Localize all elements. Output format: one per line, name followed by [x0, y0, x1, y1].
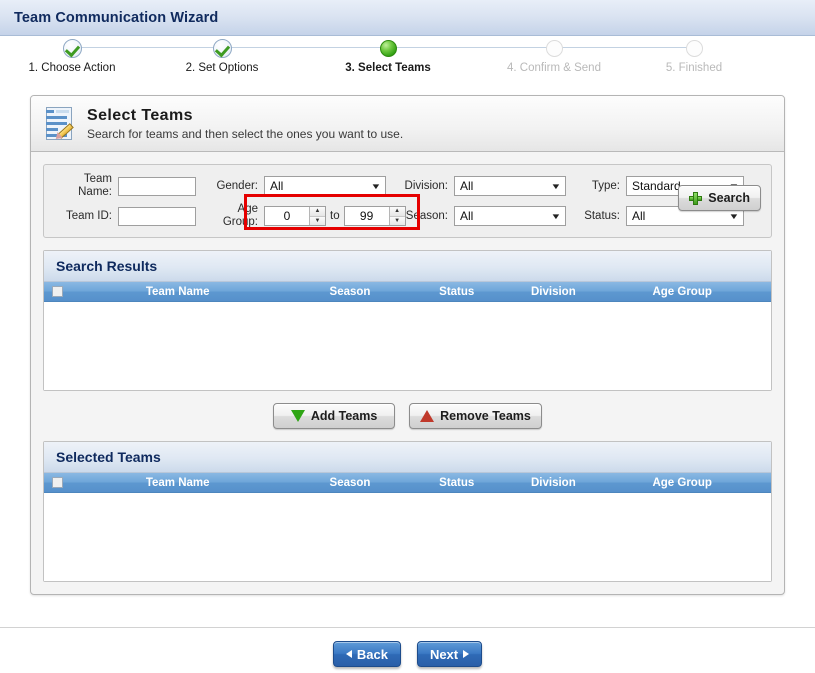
team-id-label: Team ID: — [65, 209, 112, 222]
red-triangle-up-icon — [420, 410, 435, 422]
selected-teams-table-body — [44, 493, 771, 581]
wizard-step-2-label: 2. Set Options — [185, 62, 259, 74]
green-sphere-icon — [379, 39, 397, 57]
chevron-down-icon: ▼ — [550, 211, 562, 221]
division-label: Division: — [404, 179, 448, 192]
search-button-label: Search — [708, 191, 750, 205]
page-subtitle: Search for teams and then select the one… — [87, 127, 404, 141]
add-teams-button-label: Add Teams — [310, 409, 378, 423]
selected-teams-table-header: Team Name Season Status Division Age Gro… — [44, 473, 771, 493]
selected-teams-title: Selected Teams — [44, 442, 771, 473]
age-group-from-value: 0 — [283, 209, 291, 223]
season-label: Season: — [405, 209, 448, 222]
remove-teams-button-label: Remove Teams — [440, 409, 531, 423]
age-group-label: Age Group: — [222, 203, 258, 228]
age-group-from-stepper[interactable]: 0 ▲ ▼ — [264, 206, 326, 226]
back-button[interactable]: Back — [332, 641, 401, 667]
age-group-range: 0 ▲ ▼ to 99 ▲ ▼ — [264, 206, 406, 226]
search-results-title: Search Results — [44, 251, 771, 282]
select-all-checkbox[interactable] — [52, 286, 63, 297]
wizard-step-3[interactable]: 3. Select Teams — [303, 36, 473, 74]
season-select[interactable]: All ▼ — [454, 206, 566, 226]
empty-circle-icon — [685, 39, 703, 57]
empty-circle-icon — [545, 39, 563, 57]
column-status[interactable]: Status — [439, 477, 531, 489]
chevron-down-icon: ▼ — [550, 181, 562, 191]
team-id-input[interactable] — [118, 206, 196, 226]
arrow-left-icon — [345, 650, 352, 658]
wizard-step-2[interactable]: 2. Set Options — [137, 36, 307, 74]
wizard-step-3-label: 3. Select Teams — [345, 62, 431, 74]
wizard-step-5-label: 5. Finished — [665, 62, 723, 74]
back-button-label: Back — [356, 646, 388, 662]
type-label: Type: — [591, 179, 620, 192]
search-results-table-header: Team Name Season Status Division Age Gro… — [44, 282, 771, 302]
status-select-value: All — [632, 209, 646, 223]
arrow-right-icon — [463, 650, 470, 658]
wizard-footer: Back Next — [0, 627, 815, 667]
panel-header: Select Teams Search for teams and then s… — [31, 96, 784, 152]
green-plus-icon — [689, 191, 703, 205]
column-division[interactable]: Division — [531, 477, 652, 489]
type-select-value: Standard — [632, 179, 681, 193]
division-select-value: All — [460, 179, 474, 193]
select-all-checkbox[interactable] — [52, 477, 63, 488]
column-season[interactable]: Season — [330, 477, 440, 489]
stepper-up-icon[interactable]: ▲ — [310, 207, 325, 217]
chevron-down-icon: ▼ — [370, 181, 382, 191]
add-teams-button[interactable]: Add Teams — [273, 403, 396, 429]
search-filter-form: Team Name: Gender: All ▼ Division: All ▼… — [43, 164, 772, 238]
chevron-down-icon: ▼ — [728, 211, 740, 221]
column-season[interactable]: Season — [330, 286, 440, 298]
team-name-input[interactable] — [118, 176, 196, 196]
page-title: Select Teams — [87, 107, 193, 124]
division-select[interactable]: All ▼ — [454, 176, 566, 196]
team-name-label: Team Name: — [78, 173, 112, 198]
selected-teams-section: Selected Teams Team Name Season Status D… — [43, 441, 772, 582]
search-results-section: Search Results Team Name Season Status D… — [43, 250, 772, 391]
search-results-table-body — [44, 302, 771, 390]
column-age-group[interactable]: Age Group — [652, 477, 771, 489]
wizard-step-1[interactable]: 1. Choose Action — [0, 36, 157, 74]
window-title: Team Communication Wizard — [14, 9, 219, 26]
search-button[interactable]: Search — [678, 185, 761, 211]
wizard-step-5: 5. Finished — [609, 36, 779, 74]
transfer-buttons: Add Teams Remove Teams — [43, 403, 772, 429]
next-button[interactable]: Next — [416, 641, 483, 667]
season-select-value: All — [460, 209, 474, 223]
column-age-group[interactable]: Age Group — [652, 286, 771, 298]
green-triangle-down-icon — [290, 410, 305, 422]
gender-select[interactable]: All ▼ — [264, 176, 386, 196]
column-status[interactable]: Status — [439, 286, 531, 298]
gender-label: Gender: — [216, 179, 258, 192]
age-group-to-label: to — [330, 210, 340, 222]
wizard-step-indicator: 1. Choose Action 2. Set Options 3. Selec… — [0, 36, 815, 84]
column-division[interactable]: Division — [531, 286, 652, 298]
select-teams-panel: Select Teams Search for teams and then s… — [30, 95, 785, 595]
gender-select-value: All — [270, 179, 284, 193]
stepper-down-icon[interactable]: ▼ — [310, 216, 325, 225]
check-circle-icon — [62, 38, 82, 58]
column-team-name[interactable]: Team Name — [146, 477, 330, 489]
remove-teams-button[interactable]: Remove Teams — [409, 403, 542, 429]
form-pencil-icon — [43, 106, 77, 142]
check-circle-icon — [212, 38, 232, 58]
window-titlebar: Team Communication Wizard — [0, 0, 815, 36]
column-team-name[interactable]: Team Name — [146, 286, 330, 298]
next-button-label: Next — [429, 646, 459, 662]
age-group-to-value: 99 — [359, 209, 374, 223]
wizard-step-1-label: 1. Choose Action — [28, 62, 116, 74]
status-label: Status: — [584, 209, 620, 222]
